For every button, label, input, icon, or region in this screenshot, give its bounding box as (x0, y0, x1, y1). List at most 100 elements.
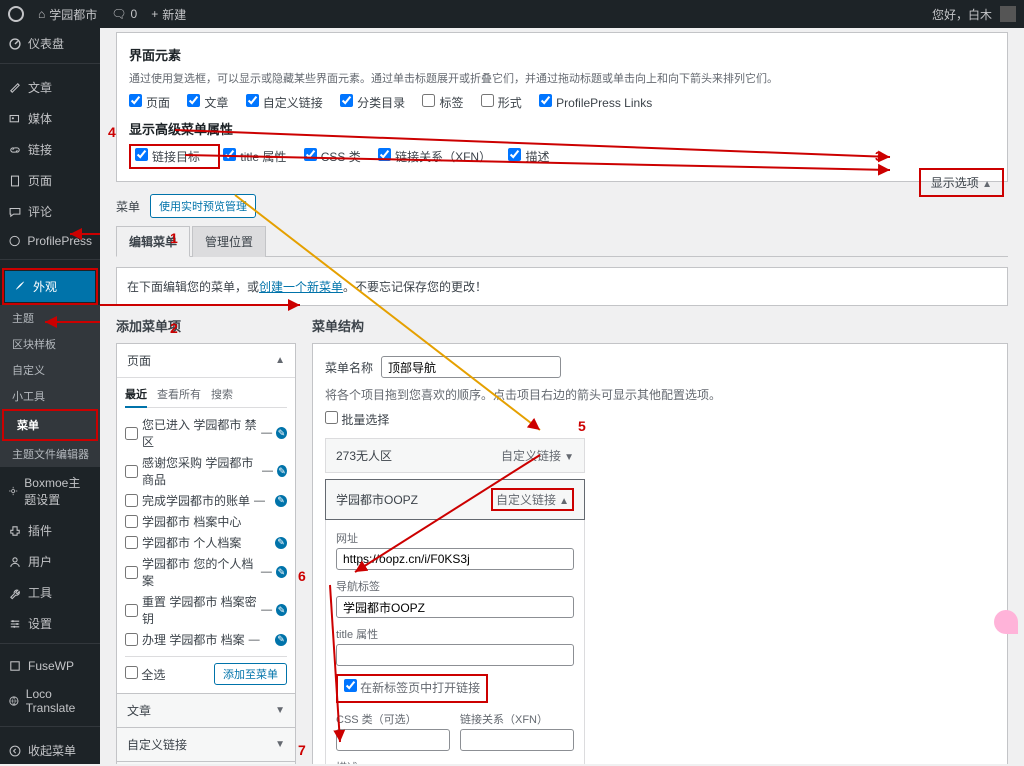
check-format[interactable]: 形式 (481, 94, 522, 111)
check-customlink[interactable]: 自定义链接 (246, 94, 323, 111)
sidebar-collapse[interactable]: 收起菜单 (0, 735, 100, 766)
check-title-attr[interactable]: title 属性 (223, 148, 286, 165)
acc-customlink-head[interactable]: 自定义链接▼ (117, 728, 295, 761)
media-icon (8, 112, 22, 126)
submenu-themes[interactable]: 主题 (0, 305, 100, 331)
select-all[interactable]: 全选 (125, 666, 165, 683)
mini-tab-search[interactable]: 搜索 (211, 386, 233, 403)
add-to-menu-button[interactable]: 添加至菜单 (214, 663, 287, 685)
url-label: 网址 (336, 530, 574, 546)
new-link[interactable]: + 新建 (151, 6, 186, 23)
page-item-0[interactable]: 您已进入 学园都市 禁区 — ✎ (125, 414, 287, 452)
page-list: 您已进入 学园都市 禁区 — ✎ 感谢您采购 学园都市 商品 — ✎ 完成学园都… (125, 414, 287, 650)
xfn-label: 链接关系（XFN） (460, 711, 574, 727)
dashboard-icon (8, 37, 22, 51)
page-tabs: 编辑菜单 管理位置 (116, 226, 1008, 257)
menu-item-0[interactable]: 273无人区自定义链接 ▼ (325, 438, 585, 473)
nav-input[interactable] (336, 596, 574, 618)
check-link-target[interactable]: 链接目标 (135, 148, 200, 165)
mini-tab-all[interactable]: 查看所有 (157, 386, 201, 403)
live-preview-button[interactable]: 使用实时预览管理 (150, 194, 256, 218)
sidebar-item-users[interactable]: 用户 (0, 546, 100, 577)
badge-1: 1 (170, 230, 178, 246)
xfn-input[interactable] (460, 729, 574, 751)
newtab-check[interactable]: 在新标签页中打开链接 (344, 679, 480, 696)
page-icon (8, 174, 22, 188)
page-item-5[interactable]: 学园都市 您的个人档案 — ✎ (125, 553, 287, 591)
check-css[interactable]: CSS 类 (304, 148, 361, 165)
page-item-1[interactable]: 感谢您采购 学园都市 商品 — ✎ (125, 452, 287, 490)
sidebar-item-comments[interactable]: 评论 (0, 196, 100, 227)
css-label: CSS 类（可选） (336, 711, 450, 727)
submenu-patterns[interactable]: 区块样板 (0, 331, 100, 357)
page-item-6[interactable]: 重置 学园都市 档案密钥 — ✎ (125, 591, 287, 629)
main-content: 界面元素 通过使用复选框，可以显示或隐藏某些界面元素。通过单击标题展开或折叠它们… (100, 28, 1024, 764)
batch-select[interactable]: 批量选择 (325, 411, 995, 428)
sidebar-item-fusewp[interactable]: FuseWP (0, 652, 100, 680)
titleattr-input[interactable] (336, 644, 574, 666)
badge-3: 3 (875, 148, 883, 164)
greeting[interactable]: 您好，白木 (932, 6, 1016, 23)
check-post[interactable]: 文章 (187, 94, 228, 111)
wrench-icon (8, 586, 22, 600)
sidebar-item-links[interactable]: 链接 (0, 134, 100, 165)
submenu-menus[interactable]: 菜单 (5, 412, 95, 438)
sidebar-item-dashboard[interactable]: 仪表盘 (0, 28, 100, 59)
create-menu-link[interactable]: 创建一个新菜单 (259, 280, 343, 294)
page-item-3[interactable]: 学园都市 档案中心 (125, 511, 287, 532)
page-item-7[interactable]: 办理 学园都市 档案 — ✎ (125, 629, 287, 650)
pin-icon (8, 81, 22, 95)
page-item-4[interactable]: 学园都市 个人档案 ✎ (125, 532, 287, 553)
collapse-icon (8, 744, 22, 758)
brush-icon (13, 280, 27, 294)
check-xfn[interactable]: 链接关系（XFN） (378, 148, 491, 165)
sidebar-item-profilepress[interactable]: ProfilePress (0, 227, 100, 255)
structure-desc: 将各个项目拖到您喜欢的顺序。点击项目右边的箭头可显示其他配置选项。 (325, 386, 995, 403)
menu-item-1[interactable]: 学园都市OOPZ自定义链接 ▲ (325, 479, 585, 520)
badge-2: 2 (170, 320, 178, 336)
sidebar-item-tools[interactable]: 工具 (0, 577, 100, 608)
url-input[interactable] (336, 548, 574, 570)
tab-edit[interactable]: 编辑菜单 (116, 226, 190, 257)
sidebar-item-boxmoe[interactable]: Boxmoe主题设置 (0, 467, 100, 515)
sidebar-item-settings[interactable]: 设置 (0, 608, 100, 639)
fusewp-icon (8, 659, 22, 673)
page-title: 菜单使用实时预览管理 (116, 194, 1008, 218)
check-category[interactable]: 分类目录 (340, 94, 405, 111)
sidebar-item-appearance[interactable]: 外观 (5, 271, 95, 302)
menu-item-details: 网址 导航标签 title 属性 在新标签页中打开链接 CSS 类（可选） 链接… (325, 520, 585, 764)
add-items-title: 添加菜单项 (116, 316, 296, 335)
acc-pages-head[interactable]: 页面▲ (117, 344, 295, 378)
translate-icon (8, 694, 20, 708)
screen-options-toggle[interactable]: 显示选项 ▲ (919, 168, 1004, 197)
submenu-editor[interactable]: 主题文件编辑器 (0, 441, 100, 467)
check-tag[interactable]: 标签 (422, 94, 463, 111)
sidebar-item-pages[interactable]: 页面 (0, 165, 100, 196)
sliders-icon (8, 617, 22, 631)
wp-logo[interactable] (8, 6, 24, 22)
site-link[interactable]: ⌂ 学园都市 (38, 6, 97, 23)
css-input[interactable] (336, 729, 450, 751)
check-page[interactable]: 页面 (129, 94, 170, 111)
mini-tab-recent[interactable]: 最近 (125, 386, 147, 408)
check-profilepress[interactable]: ProfilePress Links (539, 94, 652, 110)
link-icon (8, 143, 22, 157)
submenu-customize[interactable]: 自定义 (0, 357, 100, 383)
menu-name-label: 菜单名称 (325, 359, 373, 376)
adv-title: 显示高级菜单属性 (129, 119, 995, 138)
tab-locations[interactable]: 管理位置 (192, 226, 266, 257)
menu-name-input[interactable] (381, 356, 561, 378)
submenu-widgets[interactable]: 小工具 (0, 383, 100, 409)
sidebar-item-media[interactable]: 媒体 (0, 103, 100, 134)
acc-posts-head[interactable]: 文章▼ (117, 694, 295, 727)
comment-icon (8, 205, 22, 219)
badge-4: 4 (108, 124, 116, 140)
check-desc[interactable]: 描述 (508, 148, 549, 165)
chat-widget-icon[interactable] (994, 610, 1018, 634)
structure-title: 菜单结构 (312, 316, 1008, 335)
page-item-2[interactable]: 完成学园都市的账单 — ✎ (125, 490, 287, 511)
sidebar-item-loco[interactable]: Loco Translate (0, 680, 100, 722)
sidebar-item-posts[interactable]: 文章 (0, 72, 100, 103)
sidebar-item-plugins[interactable]: 插件 (0, 515, 100, 546)
comments-link[interactable]: 🗨 0 (111, 7, 137, 21)
